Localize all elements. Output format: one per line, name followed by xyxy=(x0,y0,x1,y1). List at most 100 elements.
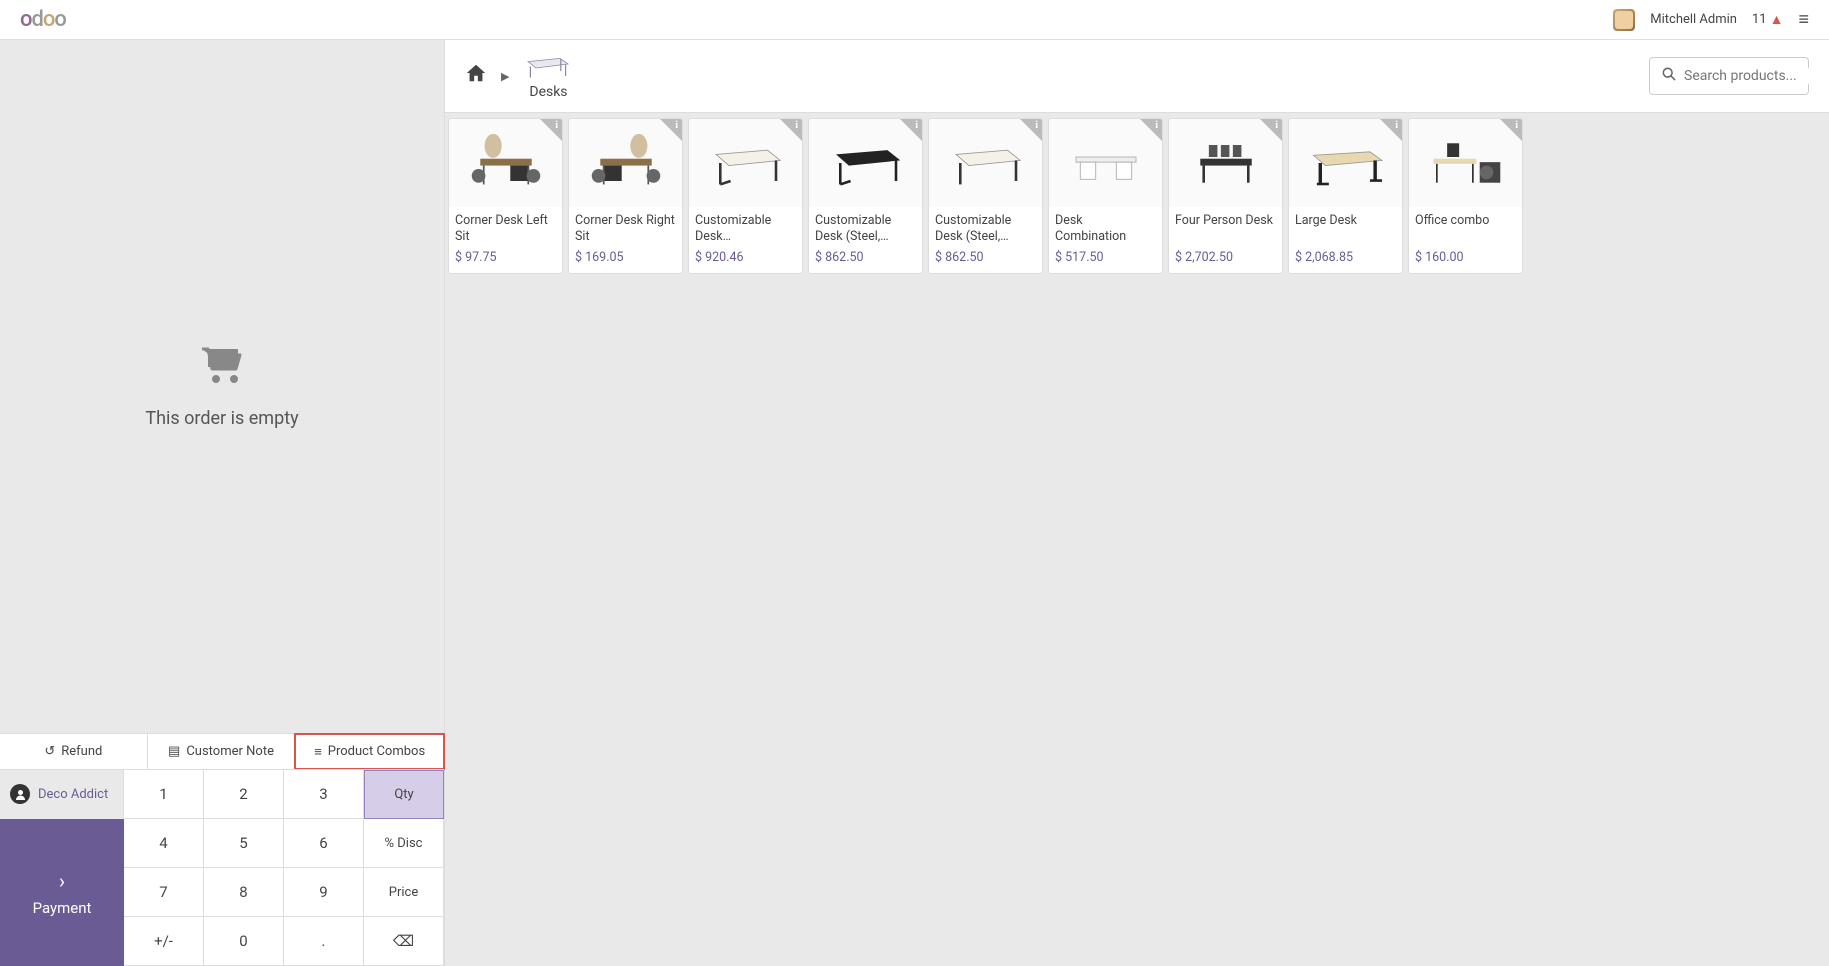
product-price: $ 862.50 xyxy=(935,250,1036,265)
info-corner[interactable] xyxy=(1260,119,1282,141)
product-price: $ 920.46 xyxy=(695,250,796,265)
info-icon[interactable]: i xyxy=(1395,120,1398,131)
numkey-9[interactable]: 9 xyxy=(284,868,364,917)
numkey-0[interactable]: 0 xyxy=(204,917,284,966)
product-card[interactable]: i Customizable Desk… $ 920.46 xyxy=(688,118,803,274)
numkey-plusminus[interactable]: +/- xyxy=(124,917,204,966)
product-name: Large Desk xyxy=(1295,213,1396,244)
product-image: i xyxy=(929,119,1042,207)
payment-button[interactable]: › Payment xyxy=(0,819,124,966)
info-icon[interactable]: i xyxy=(1155,120,1158,131)
info-icon[interactable]: i xyxy=(1035,120,1038,131)
undo-icon: ↺ xyxy=(44,744,55,759)
refund-label: Refund xyxy=(61,744,102,759)
numkey-2[interactable]: 2 xyxy=(204,770,284,819)
product-panel: ▶ Desks i Corner Desk Left Sit $ 97.75 xyxy=(445,40,1829,966)
product-price: $ 517.50 xyxy=(1055,250,1156,265)
info-corner[interactable] xyxy=(660,119,682,141)
numkey-backspace[interactable]: ⌫ xyxy=(364,917,444,966)
numkey-7[interactable]: 7 xyxy=(124,868,204,917)
product-combos-label: Product Combos xyxy=(328,744,425,759)
customer-button[interactable]: Deco Addict xyxy=(0,769,124,818)
info-corner[interactable] xyxy=(1020,119,1042,141)
product-card[interactable]: i Large Desk $ 2,068.85 xyxy=(1288,118,1403,274)
breadcrumb-bar: ▶ Desks xyxy=(445,40,1829,113)
product-card[interactable]: i Customizable Desk (Steel,… $ 862.50 xyxy=(808,118,923,274)
product-price: $ 160.00 xyxy=(1415,250,1516,265)
cart-empty: This order is empty xyxy=(0,40,444,733)
product-price: $ 2,702.50 xyxy=(1175,250,1276,265)
customer-note-label: Customer Note xyxy=(186,744,274,759)
numkey-4[interactable]: 4 xyxy=(124,819,204,868)
person-icon xyxy=(10,784,30,804)
product-name: Customizable Desk (Steel,… xyxy=(815,213,916,244)
product-image: i xyxy=(689,119,802,207)
breadcrumb-separator: ▶ xyxy=(501,70,509,83)
product-image: i xyxy=(1409,119,1522,207)
info-icon[interactable]: i xyxy=(915,120,918,131)
mode-price[interactable]: Price xyxy=(364,868,444,917)
product-combos-button[interactable]: ≡ Product Combos xyxy=(294,733,445,770)
notif-count: 11 xyxy=(1752,12,1767,27)
product-price: $ 169.05 xyxy=(575,250,676,265)
product-card[interactable]: i Desk Combination $ 517.50 xyxy=(1048,118,1163,274)
info-corner[interactable] xyxy=(1500,119,1522,141)
product-name: Customizable Desk… xyxy=(695,213,796,244)
product-name: Four Person Desk xyxy=(1175,213,1276,244)
product-name: Office combo xyxy=(1415,213,1516,244)
info-icon[interactable]: i xyxy=(1275,120,1278,131)
numkey-1[interactable]: 1 xyxy=(124,770,204,819)
product-image: i xyxy=(569,119,682,207)
info-icon[interactable]: i xyxy=(795,120,798,131)
numkey-3[interactable]: 3 xyxy=(284,770,364,819)
notifications[interactable]: 11 ▲ xyxy=(1752,11,1783,28)
numkey-dot[interactable]: . xyxy=(284,917,364,966)
numkey-5[interactable]: 5 xyxy=(204,819,284,868)
search-icon xyxy=(1662,67,1676,85)
product-price: $ 2,068.85 xyxy=(1295,250,1396,265)
warning-icon: ▲ xyxy=(1770,11,1784,28)
category-desks[interactable]: Desks xyxy=(523,52,573,100)
order-panel: This order is empty ↺ Refund ▤ Customer … xyxy=(0,40,445,966)
info-corner[interactable] xyxy=(1140,119,1162,141)
info-corner[interactable] xyxy=(900,119,922,141)
product-card[interactable]: i Corner Desk Right Sit $ 169.05 xyxy=(568,118,683,274)
numkey-8[interactable]: 8 xyxy=(204,868,284,917)
product-image: i xyxy=(1049,119,1162,207)
info-icon[interactable]: i xyxy=(1515,120,1518,131)
category-label: Desks xyxy=(529,84,567,100)
numkey-6[interactable]: 6 xyxy=(284,819,364,868)
order-actions: ↺ Refund ▤ Customer Note ≡ Product Combo… xyxy=(0,733,444,769)
search-input[interactable] xyxy=(1684,68,1829,84)
info-corner[interactable] xyxy=(1380,119,1402,141)
note-icon: ▤ xyxy=(168,744,180,759)
chevron-right-icon: › xyxy=(59,869,65,893)
desk-icon xyxy=(523,52,573,80)
product-name: Corner Desk Left Sit xyxy=(455,213,556,244)
list-icon: ≡ xyxy=(314,744,322,760)
product-card[interactable]: i Customizable Desk (Steel,… $ 862.50 xyxy=(928,118,1043,274)
user-name[interactable]: Mitchell Admin xyxy=(1650,12,1737,27)
cart-icon xyxy=(198,345,246,396)
product-card[interactable]: i Corner Desk Left Sit $ 97.75 xyxy=(448,118,563,274)
customer-note-button[interactable]: ▤ Customer Note xyxy=(148,734,296,769)
home-icon[interactable] xyxy=(465,62,487,90)
info-corner[interactable] xyxy=(780,119,802,141)
product-image: i xyxy=(1169,119,1282,207)
product-card[interactable]: i Four Person Desk $ 2,702.50 xyxy=(1168,118,1283,274)
refund-button[interactable]: ↺ Refund xyxy=(0,734,148,769)
product-price: $ 862.50 xyxy=(815,250,916,265)
search-box[interactable] xyxy=(1649,57,1809,95)
product-name: Corner Desk Right Sit xyxy=(575,213,676,244)
logo[interactable]: odoo xyxy=(20,7,66,32)
mode-disc[interactable]: % Disc xyxy=(364,819,444,868)
avatar[interactable] xyxy=(1613,9,1635,31)
info-icon[interactable]: i xyxy=(675,120,678,131)
product-card[interactable]: i Office combo $ 160.00 xyxy=(1408,118,1523,274)
menu-icon[interactable]: ≡ xyxy=(1798,9,1809,30)
mode-qty[interactable]: Qty xyxy=(364,770,444,819)
product-name: Desk Combination xyxy=(1055,213,1156,244)
info-icon[interactable]: i xyxy=(555,120,558,131)
product-grid: i Corner Desk Left Sit $ 97.75 i Corner … xyxy=(445,113,1829,279)
info-corner[interactable] xyxy=(540,119,562,141)
